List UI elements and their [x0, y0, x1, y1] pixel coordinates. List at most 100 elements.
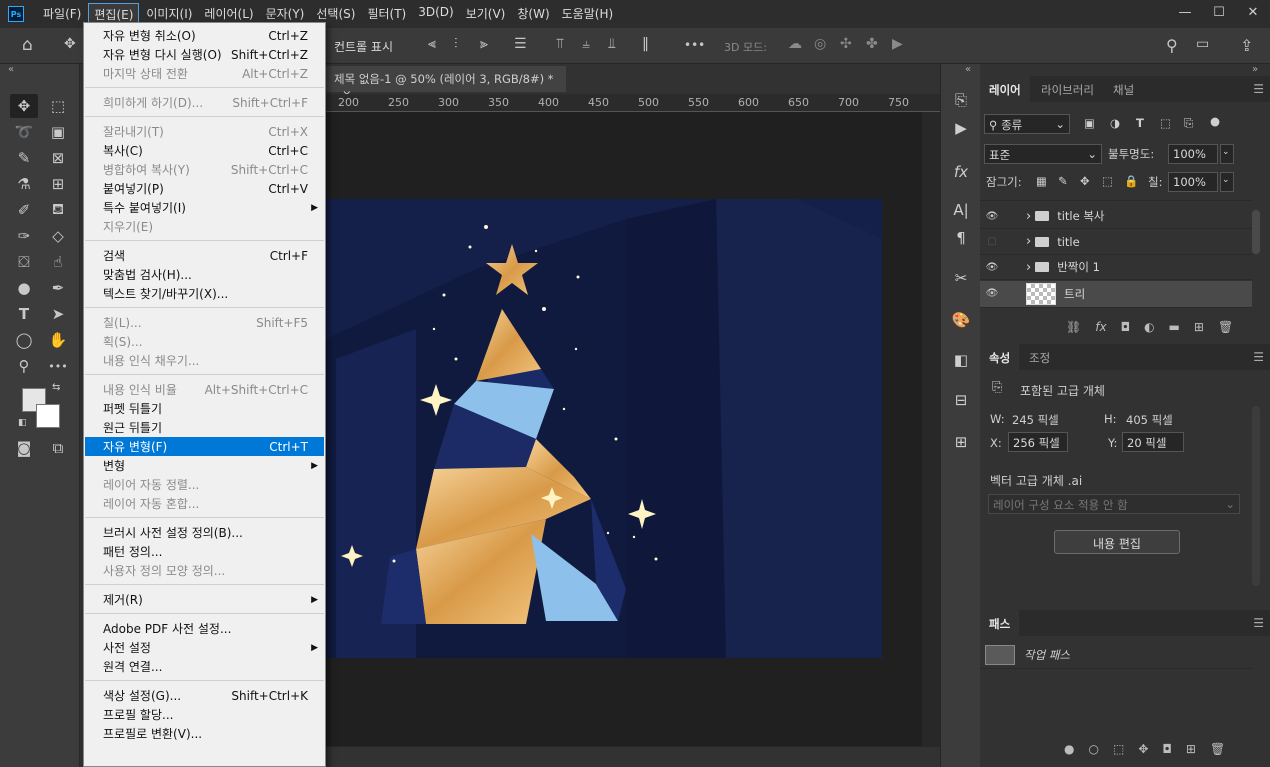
filter-adjustment-icon[interactable]: ◑ [1110, 116, 1120, 130]
fill-chevron-icon[interactable]: ⌄ [1220, 172, 1234, 192]
paths-panel-menu-icon[interactable]: ☰ [1253, 616, 1264, 630]
edit-menu-item[interactable]: 검색 Ctrl+F [85, 246, 324, 265]
eye-icon[interactable]: 👁 [980, 211, 1004, 222]
blend-mode-select[interactable]: 표준 ⌄ [984, 144, 1102, 164]
edit-menu-item[interactable]: 변형 ▶ [85, 456, 324, 475]
paragraph-panel-icon[interactable]: ¶ [949, 226, 973, 250]
menu-6[interactable]: 필터(T) [362, 3, 411, 26]
add-mask-icon[interactable]: ◘ [1162, 742, 1172, 756]
edit-menu-item[interactable]: 패턴 정의... [85, 542, 324, 561]
adjustments-panel-icon[interactable]: ⊟ [949, 388, 973, 412]
layer-row[interactable]: ▢ › title [980, 230, 1252, 255]
edit-menu-item[interactable]: 프로필 할당... [85, 705, 324, 724]
document-tab[interactable]: 제목 없음-1 @ 50% (레이어 3, RGB/8#) * × [326, 66, 566, 101]
lock-artboard-icon[interactable]: ⬚ [1102, 174, 1113, 188]
3d-orbit-icon[interactable]: ☁ [788, 36, 802, 52]
marquee-tool-icon[interactable]: ⬚ [44, 94, 72, 118]
3d-camera-icon[interactable]: ▶ [892, 36, 903, 52]
lock-position-icon[interactable]: ✥ [1080, 174, 1090, 188]
distribute-v-icon[interactable]: ‖ [642, 36, 649, 52]
path-select-tool-icon[interactable]: ➤ [44, 302, 72, 326]
swap-colors-icon[interactable]: ⇆ [52, 382, 60, 393]
layer-style-icon[interactable]: fx [1095, 320, 1106, 334]
lock-all-icon[interactable]: 🔒 [1124, 174, 1138, 188]
crop-tool-icon[interactable]: ⊠ [44, 146, 72, 170]
search-icon[interactable]: ⚲ [1166, 36, 1178, 55]
edit-menu-item[interactable]: Adobe PDF 사전 설정... [85, 619, 324, 638]
opacity-chevron-icon[interactable]: ⌄ [1220, 144, 1234, 164]
tab-adjustments[interactable]: 조정 [1020, 344, 1059, 370]
edit-menu-item[interactable]: 원격 연결... [85, 657, 324, 676]
path-row[interactable]: 작업 패스 [980, 641, 1252, 669]
actions-panel-icon[interactable]: ▶ [949, 116, 973, 140]
menu-9[interactable]: 창(W) [512, 3, 554, 26]
close-button[interactable]: ✕ [1236, 0, 1270, 24]
stamp-tool-icon[interactable]: ⛾ [44, 198, 72, 222]
pen-tool-icon[interactable]: ✒ [44, 276, 72, 300]
screen-mode-icon[interactable]: ⧉ [44, 436, 72, 460]
edit-menu-item[interactable]: 자유 변형(F) Ctrl+T [85, 437, 324, 456]
lock-transparent-icon[interactable]: ▦ [1036, 174, 1047, 188]
edit-menu-item[interactable]: 복사(C) Ctrl+C [85, 141, 324, 160]
tab-paths[interactable]: 패스 [980, 610, 1020, 636]
edit-menu-item[interactable]: 퍼펫 뒤틀기 [85, 399, 324, 418]
x-input[interactable]: 256 픽셀 [1008, 432, 1068, 452]
chevron-right-icon[interactable]: › [1026, 234, 1031, 249]
quick-mask-icon[interactable]: ◙ [10, 436, 38, 460]
new-layer-icon[interactable]: ⊞ [1194, 320, 1204, 334]
edit-menu-item[interactable]: 색상 설정(G)... Shift+Ctrl+K [85, 686, 324, 705]
chevron-right-icon[interactable]: › [1026, 260, 1031, 275]
layer-row[interactable]: 👁 트리 [980, 280, 1252, 308]
eye-icon[interactable]: 👁 [980, 288, 1004, 299]
load-selection-icon[interactable]: ⬚ [1113, 742, 1124, 756]
new-group-icon[interactable]: ▬ [1169, 320, 1180, 334]
quick-select-tool-icon[interactable]: ✎ [10, 146, 38, 170]
edit-menu-item[interactable]: 자유 변형 다시 실행(O) Shift+Ctrl+Z [85, 45, 324, 64]
default-colors-icon[interactable]: ◧ [18, 418, 27, 428]
healing-brush-tool-icon[interactable]: ✑ [10, 224, 38, 248]
edit-menu-item[interactable]: 텍스트 찾기/바꾸기(X)... [85, 284, 324, 303]
edit-menu-item[interactable]: 맞춤법 검사(H)... [85, 265, 324, 284]
properties-panel-menu-icon[interactable]: ☰ [1253, 350, 1264, 364]
collapse-toolbar-icon[interactable]: « [8, 64, 14, 75]
add-mask-icon[interactable]: ◘ [1121, 320, 1131, 334]
link-layers-icon[interactable]: ⛓ [1066, 320, 1081, 334]
align-bottom-icon[interactable]: ⫫ [608, 36, 616, 52]
align-right-icon[interactable]: ⫸ [480, 36, 488, 52]
tab-properties[interactable]: 속성 [980, 344, 1020, 370]
align-top-icon[interactable]: ⫪ [556, 36, 564, 52]
properties-scrollbar[interactable] [1252, 406, 1260, 586]
eye-icon[interactable]: 👁 [980, 262, 1004, 273]
opacity-input[interactable]: 100% [1168, 144, 1218, 164]
zoom-tool-icon[interactable]: ⚲ [10, 354, 38, 378]
filter-smart-object-icon[interactable]: ⎘ [1184, 116, 1193, 131]
lock-image-icon[interactable]: ✎ [1058, 174, 1068, 188]
visibility-off-icon[interactable]: ▢ [980, 236, 1004, 247]
layers-scrollbar[interactable] [1252, 210, 1260, 254]
make-work-path-icon[interactable]: ✥ [1138, 742, 1148, 756]
edit-menu-item[interactable]: 붙여넣기(P) Ctrl+V [85, 179, 324, 198]
swatches-panel-icon[interactable]: ⊞ [949, 430, 973, 454]
new-path-icon[interactable]: ⊞ [1186, 742, 1196, 756]
maximize-button[interactable]: ☐ [1202, 0, 1236, 24]
height-value[interactable]: 405 픽셀 [1126, 412, 1173, 428]
new-adjustment-icon[interactable]: ◐ [1144, 320, 1154, 334]
width-value[interactable]: 245 픽셀 [1012, 412, 1059, 428]
lasso-tool-icon[interactable]: ➰ [10, 120, 38, 144]
filter-type-icon[interactable]: T [1136, 116, 1144, 130]
layers-panel-menu-icon[interactable]: ☰ [1253, 82, 1264, 96]
delete-path-icon[interactable]: 🗑 [1210, 742, 1225, 756]
distribute-h-icon[interactable]: ☰ [514, 36, 527, 52]
move-tool-option-icon[interactable]: ✥ [64, 36, 76, 52]
chevron-right-icon[interactable]: › [1026, 209, 1031, 224]
smudge-tool-icon[interactable]: ☝ [44, 250, 72, 274]
y-input[interactable]: 20 픽셀 [1122, 432, 1184, 452]
menu-10[interactable]: 도움말(H) [557, 3, 619, 26]
tab-channels[interactable]: 채널 [1104, 76, 1143, 102]
align-left-icon[interactable]: ⫷ [428, 36, 436, 52]
edit-menu-item[interactable]: 자유 변형 취소(O) Ctrl+Z [85, 26, 324, 45]
styles-panel-icon[interactable]: fx [949, 160, 973, 184]
minimize-button[interactable]: — [1168, 0, 1202, 24]
menu-8[interactable]: 보기(V) [461, 3, 511, 26]
stroke-path-icon[interactable]: ○ [1088, 742, 1098, 756]
